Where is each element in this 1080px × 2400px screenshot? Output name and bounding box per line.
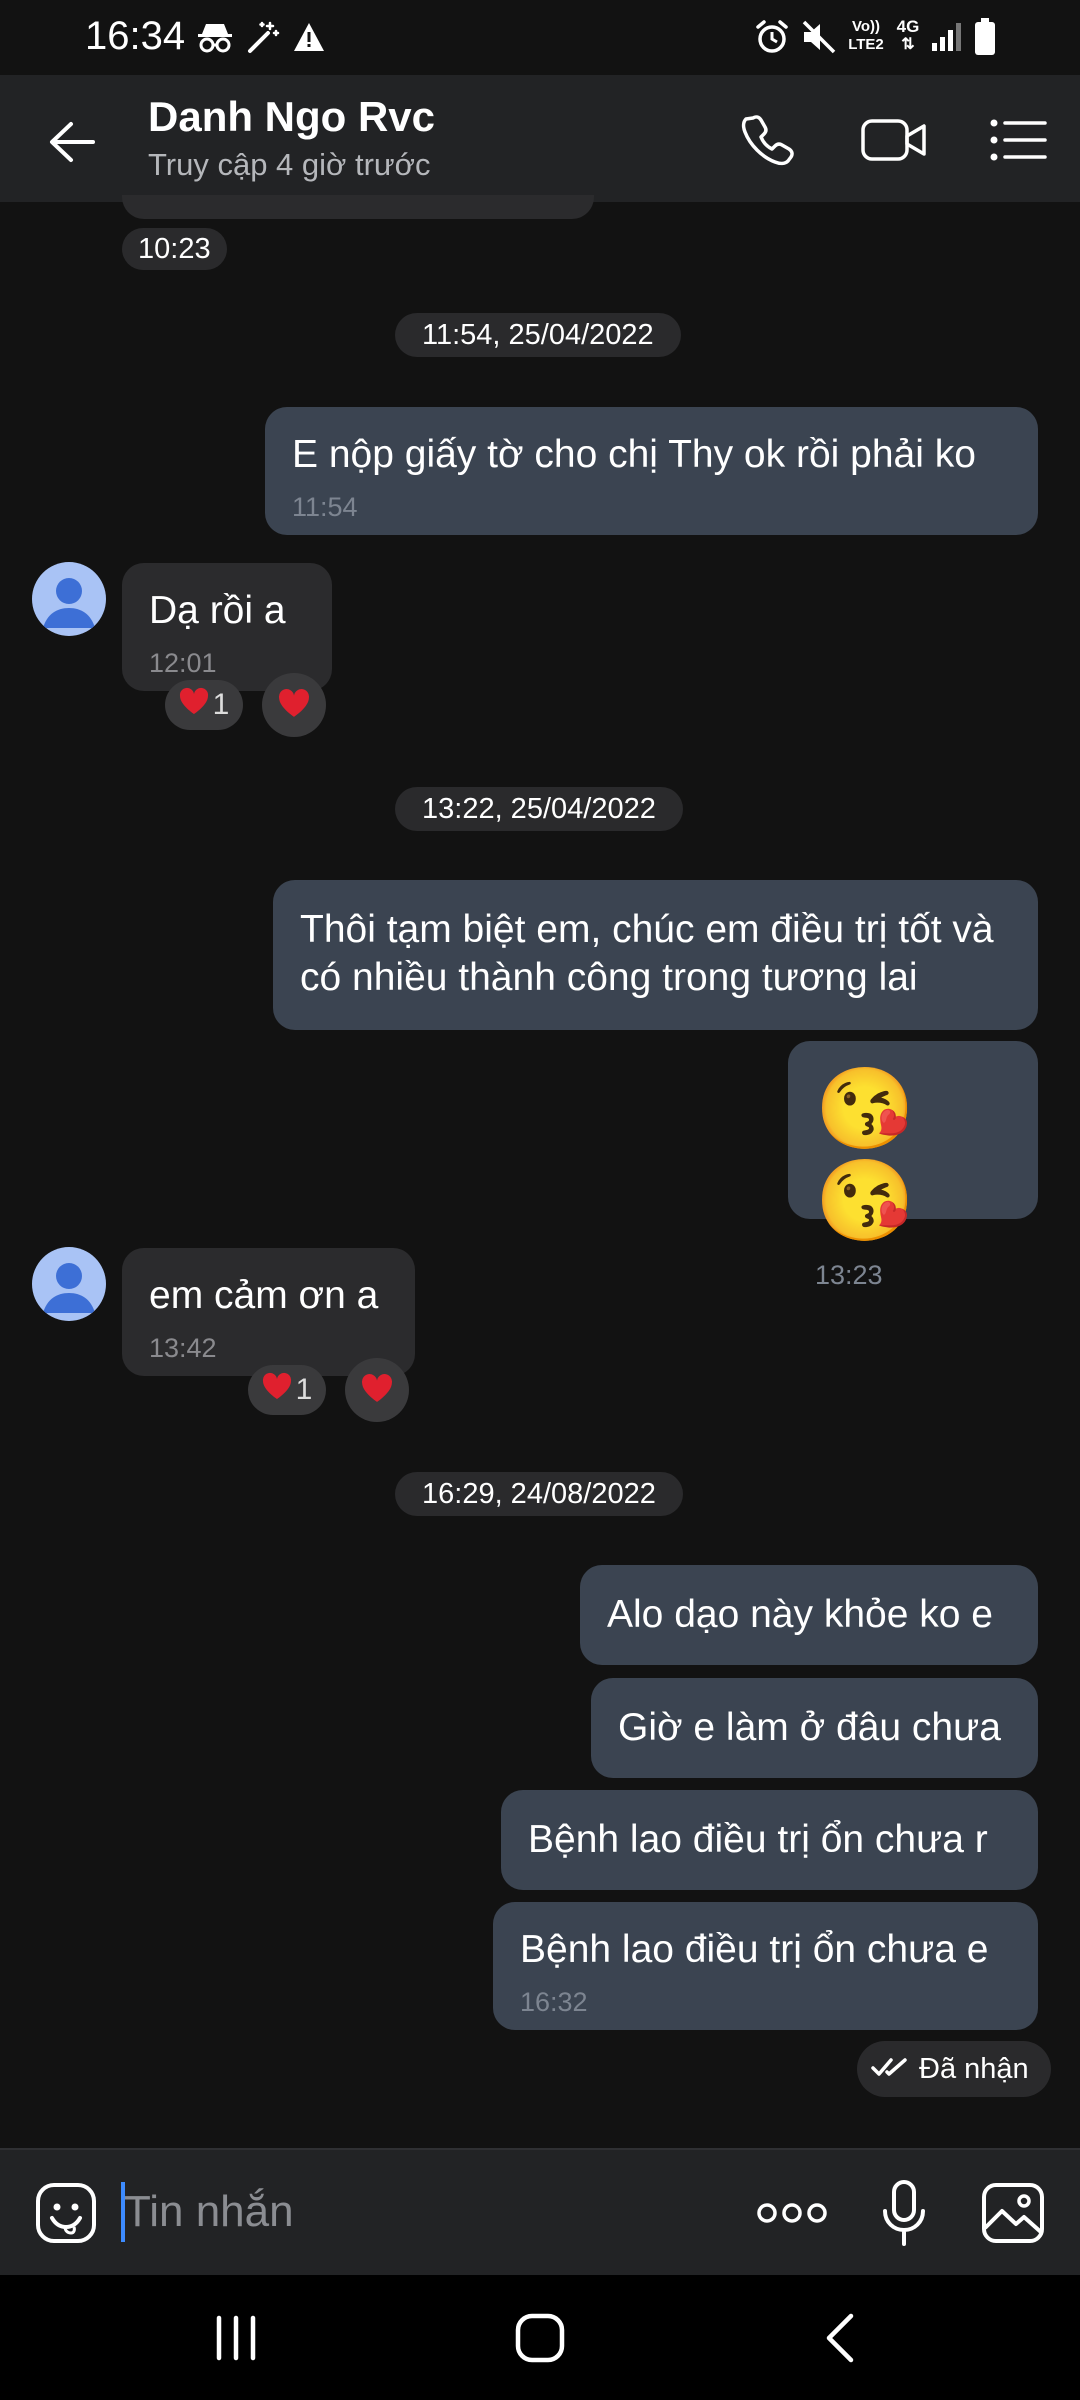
volte-icon: Vo)) LTE2 — [848, 18, 884, 53]
add-reaction-button[interactable] — [262, 673, 326, 737]
more-options-icon[interactable] — [755, 2186, 829, 2240]
microphone-icon[interactable] — [878, 2178, 930, 2248]
reaction-count: 1 — [295, 1373, 313, 1406]
message-input[interactable] — [122, 2180, 724, 2244]
avatar[interactable] — [32, 562, 106, 636]
incoming-message[interactable]: em cảm ơn a 13:42 — [122, 1248, 415, 1376]
contact-last-seen: Truy cập 4 giờ trước — [148, 147, 431, 182]
message-text: Alo dạo này khỏe ko e — [607, 1593, 993, 1636]
outgoing-message[interactable]: Giờ e làm ở đâu chưa — [591, 1678, 1038, 1778]
back-icon[interactable] — [818, 2306, 862, 2370]
date-separator: 13:22, 25/04/2022 — [395, 787, 683, 831]
message-time: 11:54 — [292, 492, 358, 522]
message-text: Bệnh lao điều trị ổn chưa e — [520, 1928, 989, 1971]
home-icon[interactable] — [508, 2306, 572, 2370]
message-text: E nộp giấy tờ cho chị Thy ok rồi phải ko — [292, 433, 976, 476]
status-time: 16:34 — [85, 14, 186, 58]
heart-icon — [262, 1372, 292, 1408]
reaction-count: 1 — [212, 688, 230, 721]
message-time: 13:23 — [815, 1260, 883, 1290]
image-gallery-icon[interactable] — [980, 2180, 1046, 2246]
outgoing-emoji-message[interactable]: 😘😘 13:23 — [788, 1041, 1038, 1290]
message-text: Giờ e làm ở đâu chưa — [618, 1706, 1001, 1749]
message-text: em cảm ơn a — [149, 1274, 379, 1317]
battery-icon — [970, 16, 1000, 58]
emoji-sticker-icon[interactable] — [33, 2180, 99, 2246]
outgoing-message[interactable]: Bệnh lao điều trị ổn chưa r — [501, 1790, 1038, 1890]
outgoing-message[interactable]: Bệnh lao điều trị ổn chưa e 16:32 — [493, 1902, 1038, 2030]
magic-wand-icon — [243, 16, 281, 58]
reaction-count-badge[interactable]: 1 — [248, 1365, 326, 1415]
message-text: Bệnh lao điều trị ổn chưa r — [528, 1818, 988, 1861]
message-text: Dạ rồi a — [149, 589, 286, 632]
outgoing-message[interactable]: Thôi tạm biệt em, chúc em điều trị tốt v… — [273, 880, 1038, 1030]
message-text: 😘😘 — [815, 1064, 915, 1245]
message-text: Thôi tạm biệt em, chúc em điều trị tốt v… — [300, 908, 994, 999]
reaction-count-badge[interactable]: 1 — [165, 680, 243, 730]
double-check-icon — [871, 2041, 907, 2097]
heart-icon — [179, 687, 209, 723]
contact-name[interactable]: Danh Ngo Rvc — [148, 93, 435, 141]
outgoing-message[interactable]: E nộp giấy tờ cho chị Thy ok rồi phải ko… — [265, 407, 1038, 535]
signal-icon — [928, 16, 966, 58]
heart-icon — [361, 1373, 393, 1408]
add-reaction-button[interactable] — [345, 1358, 409, 1422]
message-time-chip: 10:23 — [122, 228, 227, 270]
recent-apps-icon[interactable] — [206, 2310, 266, 2366]
warning-icon — [290, 16, 328, 58]
mute-icon — [798, 16, 838, 58]
outgoing-message[interactable]: Alo dạo này khỏe ko e — [580, 1565, 1038, 1665]
delivery-status-badge: Đã nhận — [857, 2041, 1051, 2097]
previous-message-bubble[interactable] — [122, 195, 594, 219]
phone-icon[interactable] — [735, 108, 799, 172]
date-separator: 16:29, 24/08/2022 — [395, 1472, 683, 1516]
video-call-icon[interactable] — [858, 108, 930, 172]
alarm-icon — [752, 16, 792, 58]
heart-icon — [278, 688, 310, 723]
4g-icon: 4G ⇅ — [896, 17, 920, 54]
menu-list-icon[interactable] — [986, 108, 1050, 172]
date-separator: 11:54, 25/04/2022 — [395, 313, 681, 357]
back-arrow-icon[interactable] — [40, 110, 104, 174]
incoming-message[interactable]: Dạ rồi a 12:01 — [122, 563, 332, 691]
incognito-icon — [195, 16, 235, 58]
avatar[interactable] — [32, 1247, 106, 1321]
delivery-status-text: Đã nhận — [919, 2053, 1029, 2085]
message-time: 16:32 — [520, 1987, 588, 2017]
